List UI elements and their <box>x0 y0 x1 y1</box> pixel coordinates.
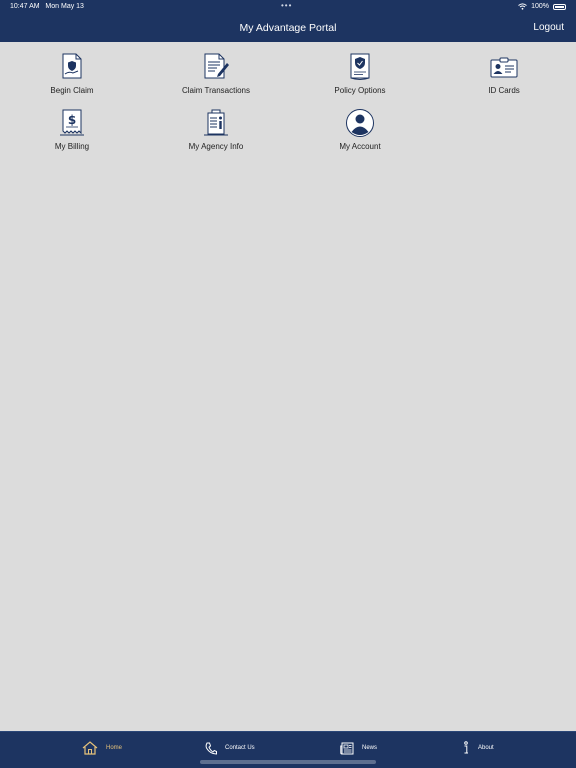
claim-transactions-icon <box>201 52 231 82</box>
tab-label: About <box>478 745 494 751</box>
tab-label: Contact Us <box>225 745 255 751</box>
tile-label: Begin Claim <box>50 86 94 95</box>
tile-my-account[interactable]: My Account <box>288 98 432 154</box>
policy-options-icon <box>345 52 375 82</box>
tile-my-billing[interactable]: $ My Billing <box>0 98 144 154</box>
battery-percent: 100% <box>531 3 549 10</box>
logout-button[interactable]: Logout <box>533 22 564 33</box>
multitask-dots[interactable]: ••• <box>281 1 292 10</box>
account-icon <box>345 108 375 138</box>
news-icon <box>340 742 354 754</box>
status-bar: 10:47 AM Mon May 13 ••• 100% <box>0 0 576 14</box>
tile-label: Claim Transactions <box>181 86 251 95</box>
info-icon <box>464 741 468 754</box>
tab-label: News <box>362 745 378 751</box>
tile-policy-options[interactable]: Policy Options <box>288 42 432 98</box>
tile-id-cards[interactable]: ID Cards <box>432 42 576 98</box>
phone-icon <box>205 742 217 755</box>
tab-news[interactable]: News <box>340 738 377 758</box>
begin-claim-icon <box>57 52 87 82</box>
tile-label: My Account <box>339 142 381 151</box>
tile-label: My Agency Info <box>188 142 244 151</box>
tile-begin-claim[interactable]: Begin Claim <box>0 42 144 98</box>
home-indicator[interactable] <box>200 760 376 764</box>
battery-icon <box>553 3 566 10</box>
status-time: 10:47 AM Mon May 13 <box>10 3 84 10</box>
tab-home[interactable]: Home <box>82 738 122 758</box>
tile-label: ID Cards <box>488 86 520 95</box>
status-right: 100% <box>518 3 566 10</box>
tab-label: Home <box>106 745 123 751</box>
tab-about[interactable]: About <box>462 738 494 758</box>
id-card-icon <box>489 52 519 82</box>
billing-icon: $ <box>57 108 87 138</box>
tile-label: Policy Options <box>334 86 386 95</box>
svg-text:$: $ <box>68 113 76 127</box>
top-bar: 10:47 AM Mon May 13 ••• 100% My Advantag… <box>0 0 576 42</box>
tab-contact-us[interactable]: Contact Us <box>205 738 255 758</box>
tile-label: My Billing <box>54 142 90 151</box>
tile-claim-transactions[interactable]: Claim Transactions <box>144 42 288 98</box>
home-icon <box>82 741 98 755</box>
agency-info-icon <box>201 108 231 138</box>
wifi-icon <box>518 3 527 10</box>
tile-my-agency-info[interactable]: My Agency Info <box>144 98 288 154</box>
page-title: My Advantage Portal <box>239 22 337 34</box>
